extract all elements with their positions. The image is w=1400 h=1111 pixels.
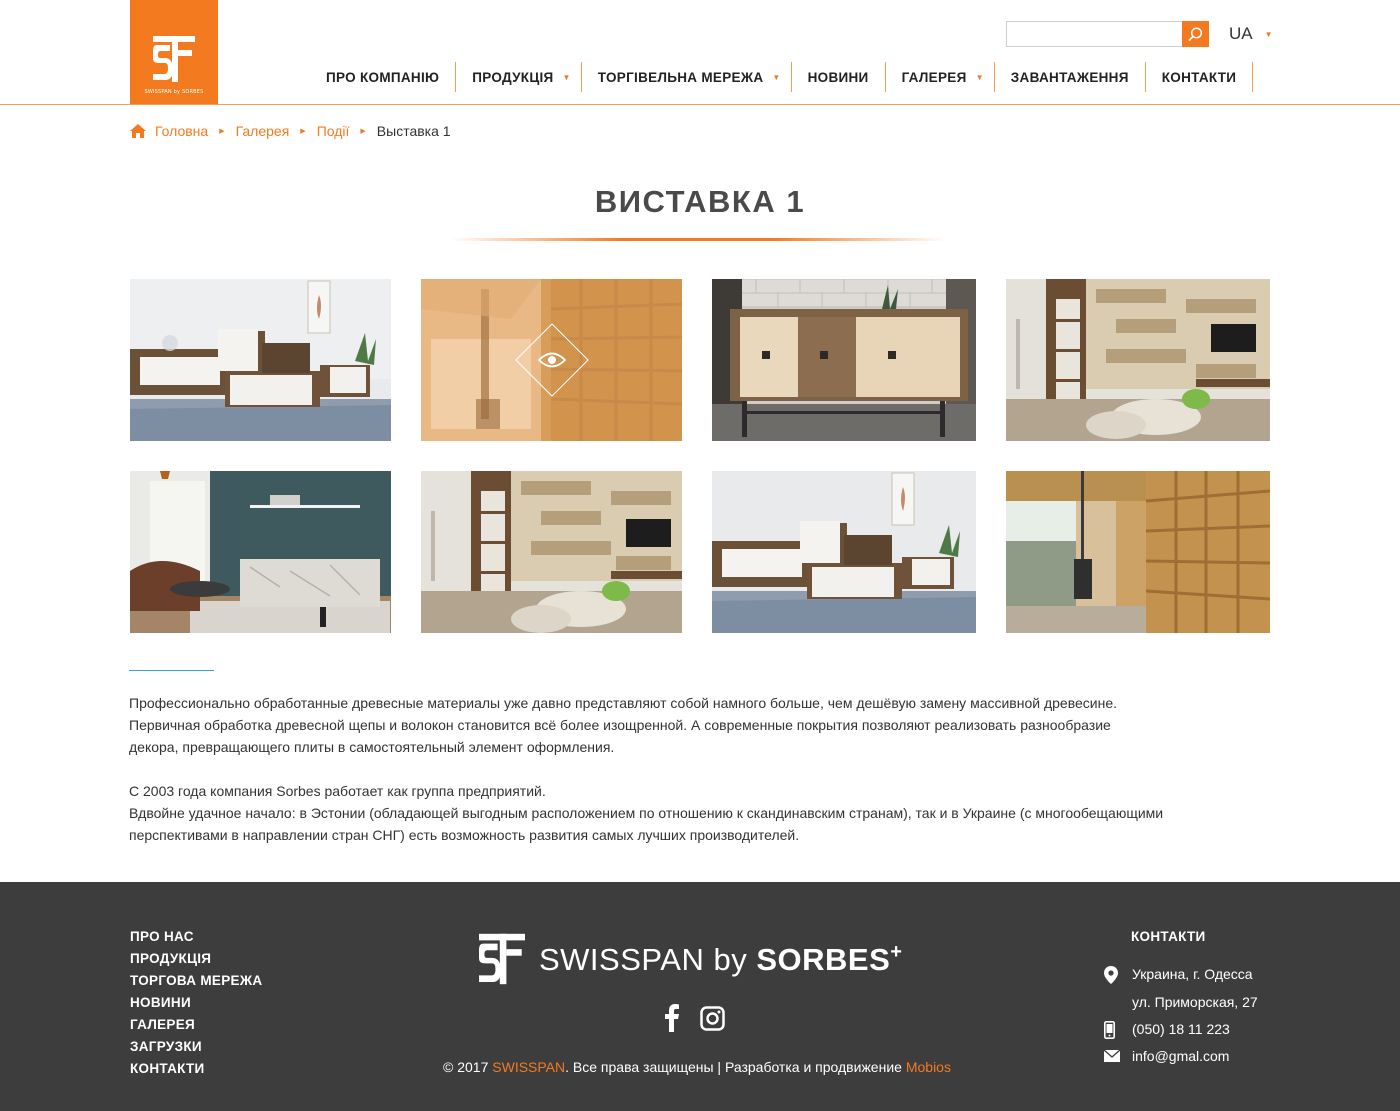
footer-menu-item[interactable]: ТОРГОВА МЕРЕЖА: [130, 972, 262, 994]
page-description: Профессионально обработанные древесные м…: [129, 692, 1279, 846]
section-divider: [129, 670, 214, 671]
logo-plus: +: [890, 940, 903, 963]
breadcrumb-events[interactable]: Події: [317, 123, 350, 139]
logo-caption: SWISSPAN by SORBES: [144, 89, 204, 95]
breadcrumb-current: Выставка 1: [376, 123, 451, 139]
instagram-icon[interactable]: [700, 1005, 725, 1036]
description-line: С 2003 года компания Sorbes работает как…: [129, 783, 546, 799]
page-title: ВИСТАВКА 1: [594, 184, 806, 219]
search-button[interactable]: [1182, 21, 1209, 47]
nav-item-label: КОНТАКТИ: [1161, 69, 1237, 85]
gallery-image-5[interactable]: [130, 471, 391, 633]
contact-address: Украина, г. Одесса: [1104, 966, 1253, 984]
title-underline: [450, 238, 945, 241]
language-selector[interactable]: UA ▼: [1229, 24, 1273, 44]
mail-icon: [1104, 1048, 1132, 1064]
gallery-image-7[interactable]: [712, 471, 976, 633]
nav-item-label: ЗАВАНТАЖЕННЯ: [1010, 69, 1129, 85]
logo-icon: [479, 933, 525, 985]
gallery-image-1[interactable]: [130, 279, 391, 441]
site-header: SWISSPAN by SORBES UA ▼ ПРО КОМПАНІЮ ПРОД…: [0, 0, 1400, 105]
phone-number: (050) 18 11 223: [1132, 1021, 1230, 1037]
nav-item-label: ПРОДУКЦІЯ: [472, 69, 554, 85]
contact-phone[interactable]: (050) 18 11 223: [1104, 1021, 1230, 1039]
photo-gallery: [130, 279, 1270, 633]
nav-item-1[interactable]: ПРО КОМПАНІЮ: [310, 62, 457, 92]
site-footer: ПРО НАС ПРОДУКЦІЯ ТОРГОВА МЕРЕЖА НОВИНИ ГАЛЕ…: [0, 882, 1400, 1111]
footer-menu-item[interactable]: ГАЛЕРЕЯ: [130, 1016, 262, 1038]
developer-link[interactable]: Mobios: [906, 1059, 951, 1075]
footer-menu-item[interactable]: НОВИНИ: [130, 994, 262, 1016]
copyright-prefix: © 2017: [443, 1059, 493, 1075]
site-logo[interactable]: SWISSPAN by SORBES: [130, 0, 218, 104]
gallery-image-8[interactable]: [1006, 471, 1270, 633]
logo-brand: SWISSPAN: [539, 941, 705, 977]
address-line-1: Украина, г. Одесса: [1132, 966, 1253, 982]
nav-item-6[interactable]: ЗАВАНТАЖЕННЯ: [995, 62, 1146, 92]
gallery-image-2[interactable]: [421, 279, 682, 441]
description-line: Профессионально обработанные древесные м…: [129, 695, 1118, 711]
footer-logo[interactable]: SWISSPAN by SORBES+: [479, 932, 902, 986]
dropdown-arrow-icon: ▼: [772, 72, 781, 82]
location-pin-icon: [1104, 966, 1132, 984]
footer-menu-item[interactable]: ЗАГРУЗКИ: [130, 1038, 262, 1060]
phone-icon: [1104, 1021, 1132, 1039]
footer-contacts-title: КОНТАКТИ: [1131, 929, 1206, 944]
nav-item-label: НОВИНИ: [807, 69, 869, 85]
footer-menu-item[interactable]: ПРО НАС: [130, 928, 262, 950]
main-nav: ПРО КОМПАНІЮ ПРОДУКЦІЯ ▼ ТОРГІВЕЛЬНА МЕРЕЖА…: [310, 62, 1254, 92]
contact-address-2: ул. Приморская, 27: [1104, 994, 1258, 1010]
breadcrumb-separator-icon: ▶: [360, 128, 366, 135]
nav-item-label: ПРО КОМПАНІЮ: [326, 69, 440, 85]
search-icon: [1188, 26, 1203, 41]
logo-by: by: [713, 941, 748, 977]
copyright-middle: . Все права защищены | Разработка и прод…: [565, 1059, 906, 1075]
gallery-image-6[interactable]: [421, 471, 682, 633]
footer-logo-text: SWISSPAN by SORBES+: [539, 941, 902, 978]
logo-partner: SORBES: [756, 941, 891, 977]
caret-down-icon: ▼: [1264, 29, 1273, 39]
search-box: [1006, 21, 1209, 47]
description-line: перспективами в направлении стран СНГ) е…: [129, 827, 800, 843]
eye-icon: [537, 352, 566, 368]
nav-item-5[interactable]: ГАЛЕРЕЯ ▼: [886, 62, 995, 92]
copyright-brand-link[interactable]: SWISSPAN: [492, 1059, 565, 1075]
gallery-image-4[interactable]: [1006, 279, 1270, 441]
nav-item-label: ГАЛЕРЕЯ: [901, 69, 967, 85]
description-line: декора, превращающего плиты в самостояте…: [129, 739, 615, 755]
email-address: info@gmal.com: [1132, 1048, 1230, 1064]
description-line: Первичная обработка древесной щепы и вол…: [129, 717, 1111, 733]
description-line: Вдвойне удачное начало: в Эстонии (облад…: [129, 805, 1164, 821]
home-icon[interactable]: [130, 124, 146, 138]
footer-menu-item[interactable]: ПРОДУКЦІЯ: [130, 950, 262, 972]
logo-icon: [153, 36, 195, 82]
nav-item-3[interactable]: ТОРГІВЕЛЬНА МЕРЕЖА ▼: [582, 62, 792, 92]
nav-item-label: ТОРГІВЕЛЬНА МЕРЕЖА: [597, 69, 764, 85]
facebook-icon[interactable]: [664, 1004, 680, 1037]
nav-item-4[interactable]: НОВИНИ: [792, 62, 886, 92]
nav-item-7[interactable]: КОНТАКТИ: [1146, 62, 1254, 92]
nav-item-2[interactable]: ПРОДУКЦІЯ ▼: [456, 62, 582, 92]
breadcrumb-gallery[interactable]: Галерея: [236, 123, 290, 139]
breadcrumb-home[interactable]: Головна: [155, 123, 208, 139]
social-links: [664, 1004, 725, 1037]
breadcrumb-separator-icon: ▶: [219, 128, 225, 135]
language-label: UA: [1229, 24, 1253, 43]
breadcrumb: Головна ▶ Галерея ▶ Події ▶ Выставка 1: [130, 123, 451, 139]
contact-email[interactable]: info@gmal.com: [1104, 1048, 1229, 1064]
address-line-2: ул. Приморская, 27: [1132, 994, 1258, 1010]
dropdown-arrow-icon: ▼: [975, 72, 984, 82]
gallery-image-3[interactable]: [712, 279, 976, 441]
view-button[interactable]: [514, 323, 589, 397]
breadcrumb-separator-icon: ▶: [300, 128, 306, 135]
search-input[interactable]: [1006, 21, 1183, 47]
image-hover-overlay[interactable]: [421, 279, 682, 441]
dropdown-arrow-icon: ▼: [562, 72, 571, 82]
